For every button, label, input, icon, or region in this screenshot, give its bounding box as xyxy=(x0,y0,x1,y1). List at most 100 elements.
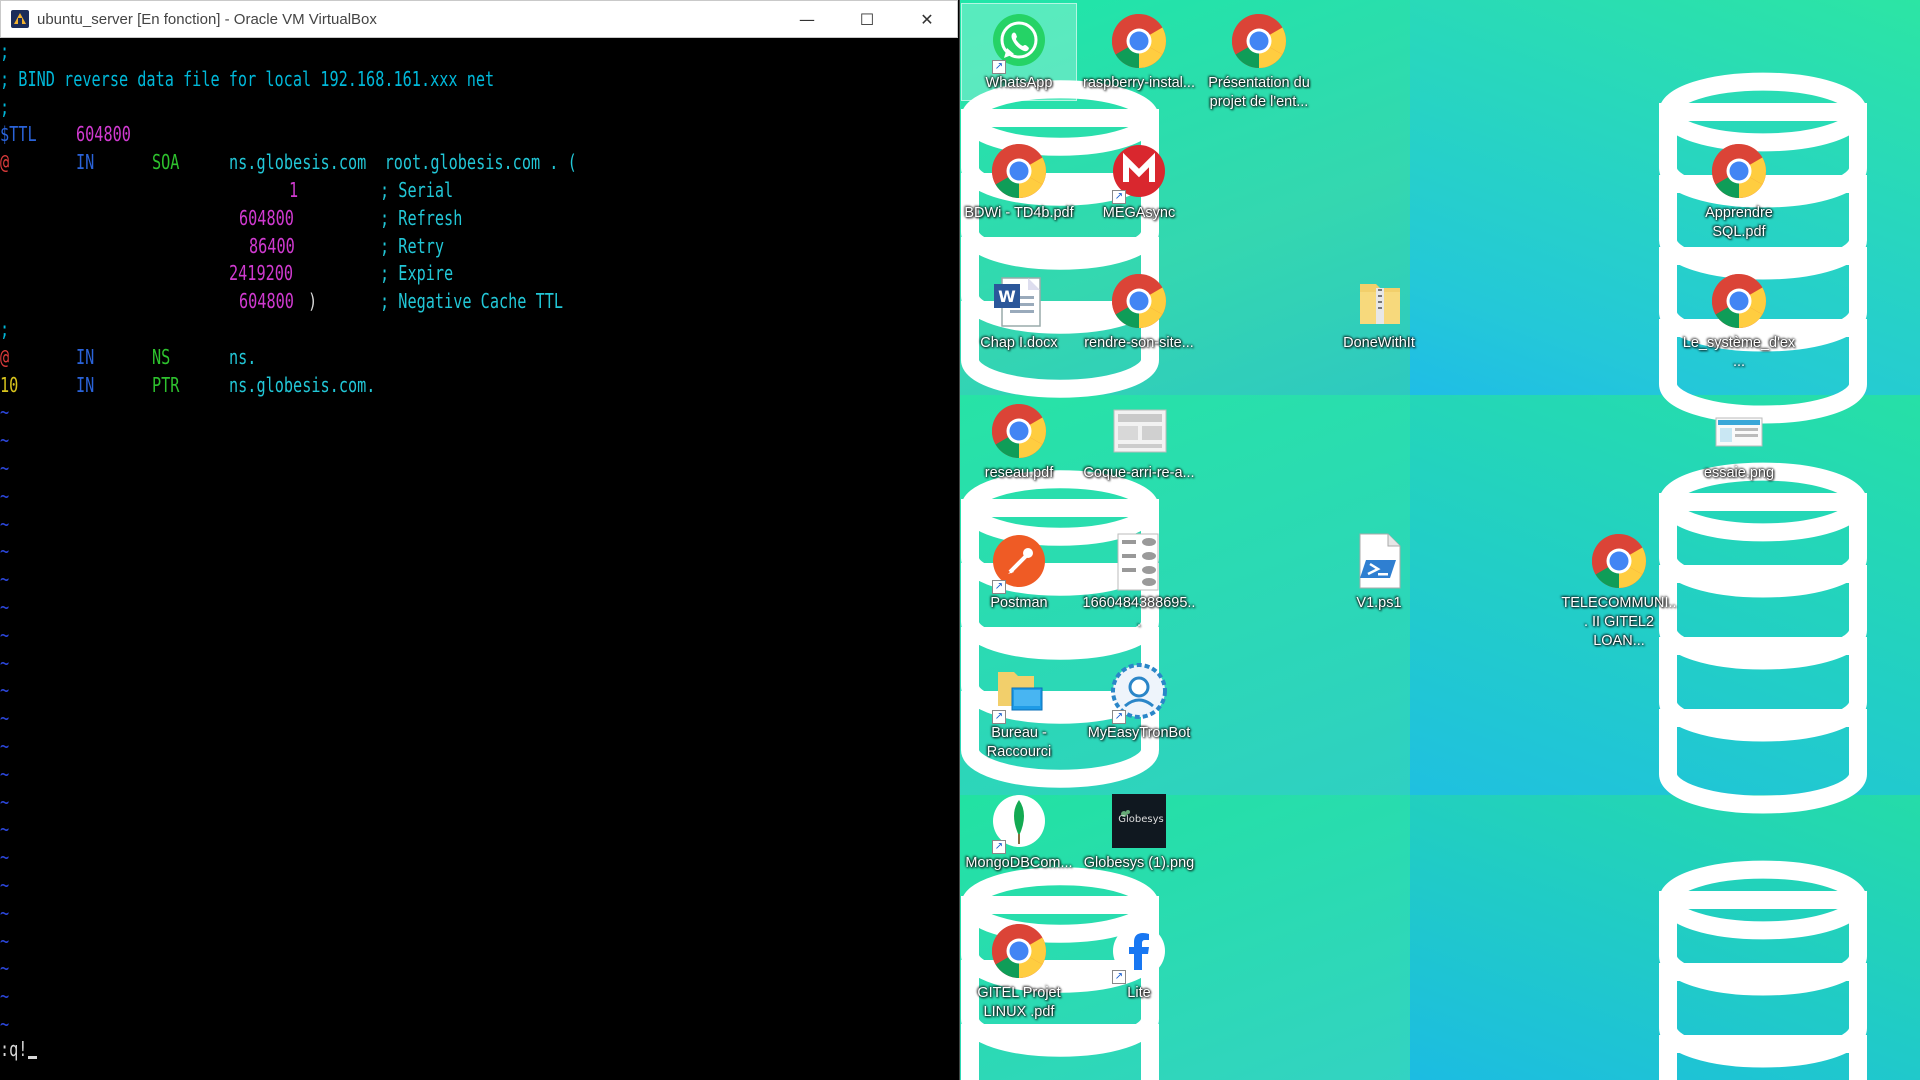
terminal-text: NS xyxy=(152,344,171,369)
tilde-marker: ~ xyxy=(0,817,10,842)
desktop-icon[interactable]: ↗ Bureau - Raccourci xyxy=(961,656,1077,762)
terminal-line: ; xyxy=(0,94,958,122)
desktop-icon[interactable]: rendre-son-site... xyxy=(1081,266,1197,353)
desktop-icon[interactable]: Globesys Globesys (1).png xyxy=(1081,786,1197,873)
virtualbox-window[interactable]: ubuntu_server [En fonction] - Oracle VM … xyxy=(0,0,960,1080)
chrome-icon xyxy=(988,920,1050,982)
tilde-marker: ~ xyxy=(0,678,10,703)
vim-empty-line-tilde: ~ xyxy=(0,483,958,511)
vim-empty-line-tilde: ~ xyxy=(0,566,958,594)
tilde-marker: ~ xyxy=(0,539,10,564)
maximize-button[interactable]: ☐ xyxy=(837,1,897,37)
word-icon: W xyxy=(988,270,1050,332)
desktop-icon[interactable]: raspberry-instal... xyxy=(1081,6,1197,93)
desktop-icon[interactable]: TELECOMMUNI... II GITEL2 LOAN... xyxy=(1561,526,1677,651)
terminal-line: ; xyxy=(0,38,958,66)
desktop-icon[interactable]: V1.ps1 xyxy=(1321,526,1437,613)
minimize-button[interactable]: — xyxy=(777,1,837,37)
svg-text:Globesys: Globesys xyxy=(1118,814,1163,825)
tilde-marker: ~ xyxy=(0,984,10,1009)
vim-empty-line-tilde: ~ xyxy=(0,983,958,1011)
globesys-image-icon: Globesys xyxy=(1108,790,1170,852)
vim-empty-line-tilde: ~ xyxy=(0,538,958,566)
window-titlebar[interactable]: ubuntu_server [En fonction] - Oracle VM … xyxy=(0,0,958,38)
tilde-marker: ~ xyxy=(0,706,10,731)
desktop-icon[interactable]: ↗ Lite xyxy=(1081,916,1197,1003)
desktop-icon-label: GITEL Projet LINUX .pdf xyxy=(977,985,1061,1020)
desktop-icon[interactable]: ↗ WhatsApp xyxy=(961,3,1077,101)
desktop-icon[interactable]: W Chap I.docx xyxy=(961,266,1077,353)
maximize-icon: ☐ xyxy=(859,9,875,29)
chrome-icon xyxy=(988,140,1050,202)
vim-empty-line-tilde: ~ xyxy=(0,399,958,427)
desktop-icon[interactable]: ↗ Postman xyxy=(961,526,1077,613)
tilde-marker: ~ xyxy=(0,956,10,981)
desktop-icon-label: DoneWithIt xyxy=(1343,335,1415,351)
mongodb-icon: ↗ xyxy=(988,790,1050,854)
desktop-icon[interactable]: 1660484388695... xyxy=(1081,526,1197,632)
tilde-marker: ~ xyxy=(0,928,10,953)
desktop-icon[interactable]: BDWi - TD4b.pdf xyxy=(961,136,1077,223)
vim-empty-line-tilde: ~ xyxy=(0,955,958,983)
terminal-text: 86400 xyxy=(249,233,295,258)
folder-zip-icon xyxy=(1348,270,1410,332)
desktop-icon-label: Bureau - Raccourci xyxy=(986,725,1052,760)
desktop-icon[interactable]: GITEL Projet LINUX .pdf xyxy=(961,916,1077,1022)
chrome-icon xyxy=(1708,270,1770,332)
shortcut-arrow-icon: ↗ xyxy=(992,840,1006,854)
terminal-text: ) xyxy=(308,289,318,314)
text-cursor xyxy=(28,1056,37,1059)
chrome-icon xyxy=(1708,140,1770,202)
terminal-line: @ IN NS ns. xyxy=(0,344,958,372)
vim-empty-line-tilde: ~ xyxy=(0,761,958,789)
desktop-icon-label: reseau.pdf xyxy=(984,465,1054,481)
tilde-marker: ~ xyxy=(0,567,10,592)
tilde-marker: ~ xyxy=(0,650,10,675)
chrome-icon xyxy=(1108,10,1170,72)
terminal-line: $TTL 604800 xyxy=(0,121,958,149)
desktop-icon[interactable]: Apprendre SQL.pdf xyxy=(1681,136,1797,242)
terminal-text: ; BIND reverse data file for local 192.1… xyxy=(0,66,495,91)
image-thumbnail-icon xyxy=(1108,530,1170,592)
desktop-icon[interactable]: DoneWithIt xyxy=(1321,266,1437,353)
terminal-text: ; Negative Cache TTL xyxy=(380,289,564,314)
chrome-icon xyxy=(988,400,1050,462)
desktop-icon-label: WhatsApp xyxy=(985,75,1053,91)
desktop-icon[interactable]: ↗ MongoDBCom... xyxy=(961,786,1077,873)
tilde-marker: ~ xyxy=(0,845,10,870)
close-button[interactable]: ✕ xyxy=(897,1,957,37)
virtualbox-icon xyxy=(11,10,29,28)
tilde-marker: ~ xyxy=(0,428,10,453)
shortcut-arrow-icon: ↗ xyxy=(1112,710,1126,724)
terminal-text: ; xyxy=(0,94,10,119)
terminal-text: ns.globesis.com. xyxy=(229,372,376,397)
chrome-icon xyxy=(1588,530,1650,592)
desktop-icon-label: TELECOMMUNI... II GITEL2 LOAN... xyxy=(1561,595,1677,649)
bot-icon: ↗ xyxy=(1108,660,1170,724)
vim-empty-line-tilde: ~ xyxy=(0,705,958,733)
shortcut-arrow-icon: ↗ xyxy=(992,580,1006,594)
vim-terminal[interactable]: ; ; BIND reverse data file for local 192.… xyxy=(0,38,958,1080)
desktop-folder-icon: ↗ xyxy=(988,660,1050,724)
desktop-icon[interactable]: reseau.pdf xyxy=(961,396,1077,483)
desktop-icon[interactable]: essaie.png xyxy=(1681,396,1797,483)
desktop-icon[interactable]: Le_système_d'ex... xyxy=(1681,266,1797,372)
desktop-icon[interactable]: ↗ MEGAsync xyxy=(1081,136,1197,223)
shortcut-arrow-icon: ↗ xyxy=(992,710,1006,724)
terminal-text: IN xyxy=(76,150,95,175)
facebook-icon: ↗ xyxy=(1108,920,1170,984)
image-thumbnail-icon xyxy=(1108,400,1170,462)
database-cylinder-graphic xyxy=(1659,860,1867,1080)
terminal-text: SOA xyxy=(152,150,180,175)
desktop-icon[interactable]: Coque-arri-re-a... xyxy=(1081,396,1197,483)
terminal-text: @ xyxy=(0,150,10,175)
vim-empty-line-tilde: ~ xyxy=(0,427,958,455)
terminal-text: 10 xyxy=(0,372,19,397)
desktop-icon[interactable]: Présentation du projet de l'ent... xyxy=(1201,6,1317,112)
terminal-text: ; Refresh xyxy=(380,205,463,230)
desktop-icon[interactable]: ↗ MyEasyTronBot xyxy=(1081,656,1197,743)
terminal-text: @ xyxy=(0,344,10,369)
desktop-icon-label: MEGAsync xyxy=(1102,205,1176,221)
terminal-text: 604800 xyxy=(239,289,294,314)
vim-empty-line-tilde: ~ xyxy=(0,650,958,678)
